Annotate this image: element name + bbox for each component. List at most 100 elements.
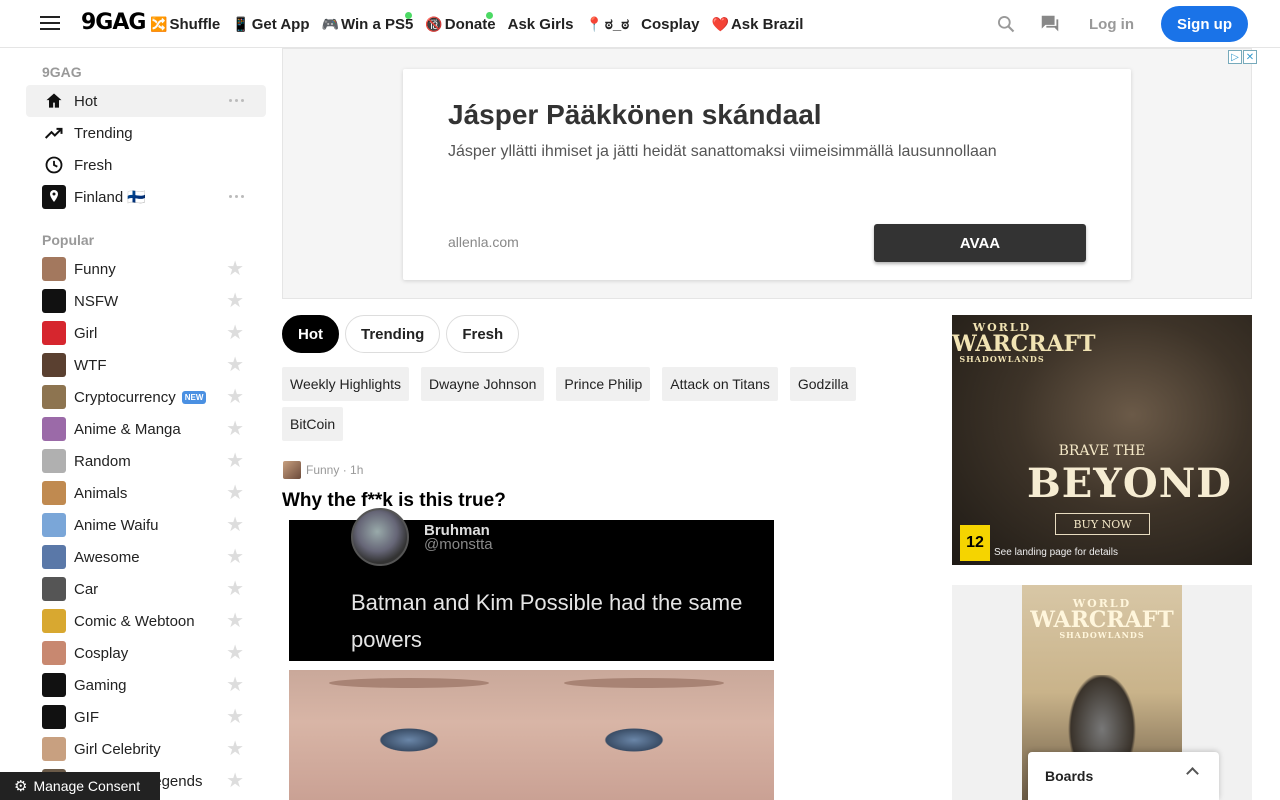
star-icon[interactable]: ★ xyxy=(226,547,244,567)
star-icon[interactable]: ★ xyxy=(226,483,244,503)
sidebar-section-girl[interactable]: Girl ★ xyxy=(26,317,266,349)
manage-consent-button[interactable]: ⚙ Manage Consent xyxy=(0,772,160,800)
section-thumbnail xyxy=(42,321,66,345)
star-icon[interactable]: ★ xyxy=(226,355,244,375)
nav-item-3[interactable]: 🔞 Donate xyxy=(425,11,496,33)
sidebar-section-random[interactable]: Random ★ xyxy=(26,445,266,477)
ad-landing-note: See landing page for details xyxy=(994,547,1118,558)
search-icon[interactable] xyxy=(995,13,1017,35)
tag-dwayne-johnson[interactable]: Dwayne Johnson xyxy=(421,367,545,401)
sidebar-section-girl-celebrity[interactable]: Girl Celebrity ★ xyxy=(26,733,266,765)
tab-fresh[interactable]: Fresh xyxy=(446,315,520,353)
ad-close-icon[interactable]: ✕ xyxy=(1243,50,1257,64)
nav-item-1[interactable]: 📱 Get App xyxy=(232,16,309,33)
ad-card[interactable]: Jásper Pääkkönen skándaal Jásper yllätti… xyxy=(403,69,1131,280)
sidebar-section-cosplay[interactable]: Cosplay ★ xyxy=(26,637,266,669)
ad-open-button[interactable]: AVAA xyxy=(874,224,1086,262)
side-ad-warcraft[interactable]: WORLD WARCRAFT SHADOWLANDS BRAVE THE BEY… xyxy=(952,315,1252,565)
ad-choices[interactable]: ▷ ✕ xyxy=(1227,50,1257,64)
star-icon[interactable]: ★ xyxy=(226,291,244,311)
section-thumbnail xyxy=(42,577,66,601)
star-icon[interactable]: ★ xyxy=(226,771,244,791)
sidebar-section-funny[interactable]: Funny ★ xyxy=(26,253,266,285)
tag-godzilla[interactable]: Godzilla xyxy=(789,367,857,401)
star-icon[interactable]: ★ xyxy=(226,259,244,279)
sidebar-item-trending[interactable]: Trending xyxy=(26,117,266,149)
star-icon[interactable]: ★ xyxy=(226,707,244,727)
ad-tagline-1: BRAVE THE xyxy=(1058,443,1146,459)
star-icon[interactable]: ★ xyxy=(226,419,244,439)
sidebar-section-animals[interactable]: Animals ★ xyxy=(26,477,266,509)
star-icon[interactable]: ★ xyxy=(226,515,244,535)
star-icon[interactable]: ★ xyxy=(226,579,244,599)
nav-emoji-icon: 🎮 xyxy=(321,15,339,32)
sidebar-item-fresh[interactable]: Fresh xyxy=(26,149,266,181)
sidebar-item-label: Gaming xyxy=(74,676,127,694)
sidebar-item-hot[interactable]: Hot xyxy=(26,85,266,117)
sidebar-section-awesome[interactable]: Awesome ★ xyxy=(26,541,266,573)
nav-item-0[interactable]: 🔀 Shuffle xyxy=(150,16,220,33)
sidebar-section-comic-webtoon[interactable]: Comic & Webtoon ★ xyxy=(26,605,266,637)
ad-info-icon[interactable]: ▷ xyxy=(1228,50,1242,64)
menu-icon[interactable] xyxy=(40,16,60,32)
sidebar-item-finland[interactable]: Finland 🇫🇮 xyxy=(26,181,266,213)
tab-hot[interactable]: Hot xyxy=(282,315,339,353)
sidebar-item-label: Cosplay xyxy=(74,644,129,662)
tag-prince-philip[interactable]: Prince Philip xyxy=(556,367,651,401)
tag-attack-on-titans[interactable]: Attack on Titans xyxy=(662,367,778,401)
star-icon[interactable]: ★ xyxy=(226,387,244,407)
sidebar-section-wtf[interactable]: WTF ★ xyxy=(26,349,266,381)
star-icon[interactable]: ★ xyxy=(226,739,244,759)
sidebar-item-label: Comic & Webtoon xyxy=(74,612,195,630)
post-image[interactable]: Bruhman @monstta Batman and Kim Possible… xyxy=(283,508,780,800)
login-button[interactable]: Log in xyxy=(1089,16,1134,33)
ad-title[interactable]: Jásper Pääkkönen skándaal xyxy=(448,99,822,131)
signup-button[interactable]: Sign up xyxy=(1161,6,1248,42)
tag-bitcoin[interactable]: BitCoin xyxy=(282,407,344,441)
tag-weekly-highlights[interactable]: Weekly Highlights xyxy=(282,367,410,401)
post-section[interactable]: Funny xyxy=(306,463,339,477)
section-thumbnail xyxy=(42,385,66,409)
nav-item-6[interactable]: Cosplay xyxy=(641,16,699,33)
nav-label: Shuffle xyxy=(169,15,221,33)
post-title[interactable]: Why the f**k is this true? xyxy=(282,490,506,512)
sidebar-section-gaming[interactable]: Gaming ★ xyxy=(26,669,266,701)
boards-panel[interactable]: Boards xyxy=(1028,752,1219,800)
star-icon[interactable]: ★ xyxy=(226,675,244,695)
sidebar-item-label: Girl xyxy=(74,324,98,342)
nav-item-5[interactable]: 📍 ಠ_ಠ xyxy=(585,16,629,33)
more-icon[interactable] xyxy=(226,195,244,198)
tweet-handle: @monstta xyxy=(424,536,493,553)
gear-icon: ⚙ xyxy=(14,778,28,795)
chevron-up-icon[interactable] xyxy=(1186,767,1199,780)
star-icon[interactable]: ★ xyxy=(226,451,244,471)
buy-now-button[interactable]: BUY NOW xyxy=(1055,513,1150,535)
sidebar-section-cryptocurrency[interactable]: Cryptocurrency NEW ★ xyxy=(26,381,266,413)
clock-icon xyxy=(42,153,66,177)
sidebar-section-car[interactable]: Car ★ xyxy=(26,573,266,605)
nav-item-4[interactable]: Ask Girls xyxy=(508,16,574,33)
star-icon[interactable]: ★ xyxy=(226,611,244,631)
sidebar-section-gif[interactable]: GIF ★ xyxy=(26,701,266,733)
home-icon xyxy=(42,89,66,113)
sidebar-section-nsfw[interactable]: NSFW ★ xyxy=(26,285,266,317)
section-thumbnail xyxy=(42,417,66,441)
more-icon[interactable] xyxy=(226,99,244,102)
section-thumbnail[interactable] xyxy=(283,461,301,479)
chat-icon[interactable] xyxy=(1039,13,1061,35)
age-rating-badge: 12 xyxy=(960,525,990,561)
nav-item-7[interactable]: ❤️ Ask Brazil xyxy=(712,16,804,33)
tweet-text: Batman and Kim Possible had the same pow… xyxy=(351,590,743,652)
ad-domain: allenla.com xyxy=(448,234,519,250)
sidebar-item-label: GIF xyxy=(74,708,99,726)
star-icon[interactable]: ★ xyxy=(226,643,244,663)
tab-trending[interactable]: Trending xyxy=(345,315,441,353)
tweet-screenshot: Bruhman @monstta Batman and Kim Possible… xyxy=(289,508,774,661)
logo[interactable]: 9GAG xyxy=(81,10,146,35)
consent-label: Manage Consent xyxy=(33,778,141,794)
sidebar-section-anime-manga[interactable]: Anime & Manga ★ xyxy=(26,413,266,445)
star-icon[interactable]: ★ xyxy=(226,323,244,343)
nav-item-2[interactable]: 🎮 Win a PS5 xyxy=(321,11,413,33)
dark-mode-icon[interactable] xyxy=(951,13,973,35)
sidebar-section-anime-waifu[interactable]: Anime Waifu ★ xyxy=(26,509,266,541)
